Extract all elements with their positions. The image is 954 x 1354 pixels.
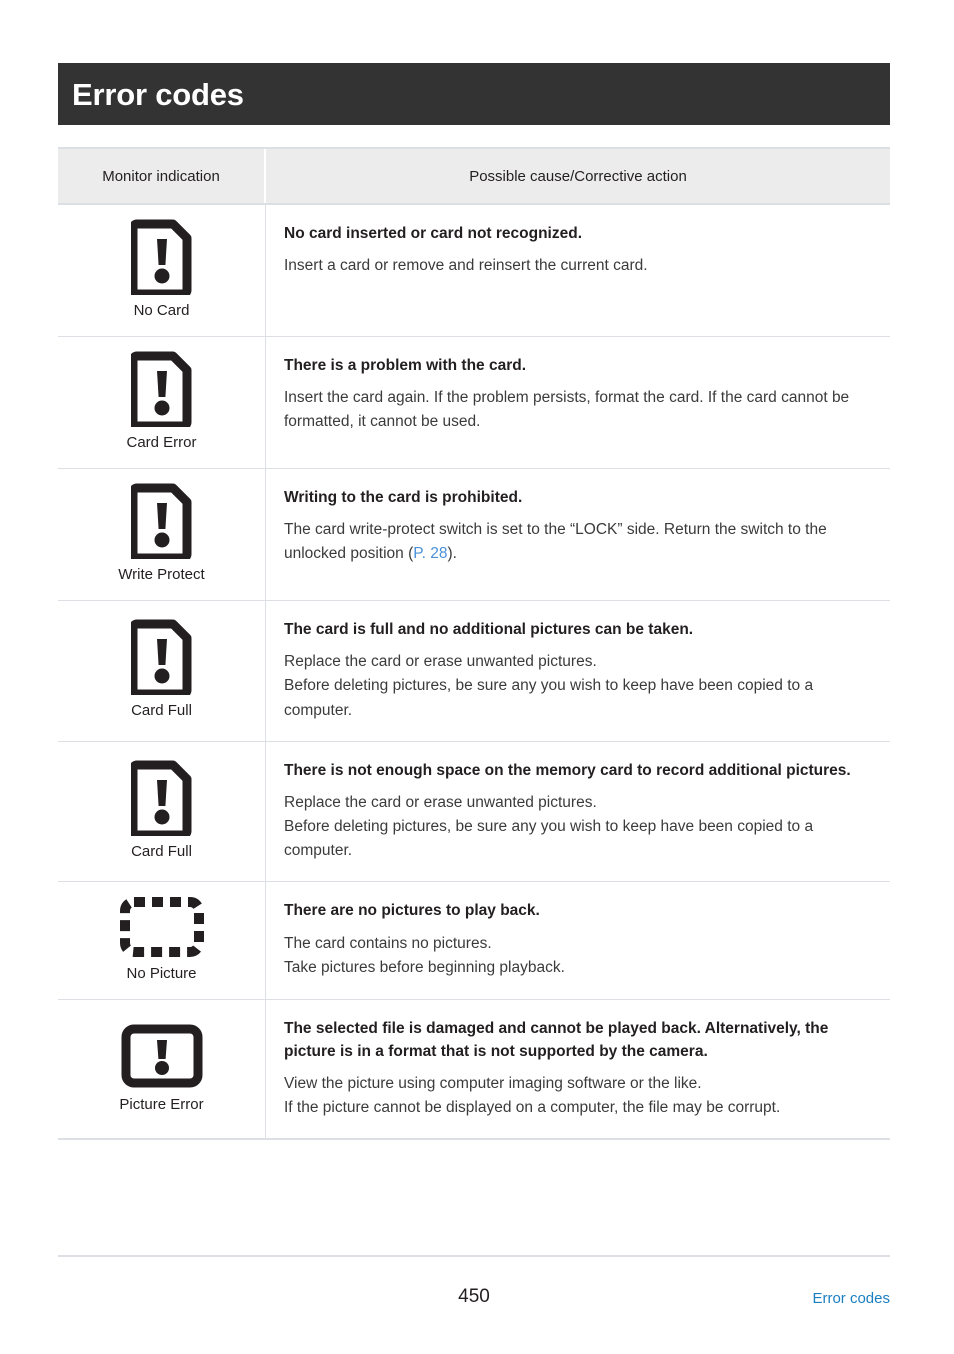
card-alert-icon bbox=[128, 760, 193, 840]
document-page: Error codes Monitor indication Possible … bbox=[0, 0, 954, 1354]
action-line: Replace the card or erase unwanted pictu… bbox=[284, 653, 597, 671]
action-text: Replace the card or erase unwanted pictu… bbox=[284, 791, 876, 863]
monitor-indication-cell: No Picture bbox=[58, 882, 266, 1000]
action-text: The card contains no pictures. Take pict… bbox=[284, 932, 876, 980]
action-line: Before deleting pictures, be sure any yo… bbox=[284, 818, 814, 860]
monitor-indication-cell: Card Full bbox=[58, 601, 266, 741]
action-line: Insert the card again. If the problem pe… bbox=[284, 389, 850, 431]
cause-text: There is not enough space on the memory … bbox=[284, 761, 851, 779]
action-line: If the picture cannot be displayed on a … bbox=[284, 1098, 781, 1116]
action-line: Before deleting pictures, be sure any yo… bbox=[284, 677, 814, 719]
monitor-indication-label: Card Full bbox=[131, 702, 192, 720]
action-text-prefix: The card write-protect switch is set to … bbox=[284, 521, 827, 563]
cause-text: There is a problem with the card. bbox=[284, 357, 527, 374]
cause-action-cell: The card is full and no additional pictu… bbox=[266, 601, 890, 741]
card-alert-icon bbox=[128, 351, 193, 431]
monitor-indication-cell: Picture Error bbox=[58, 1000, 266, 1138]
action-text: Insert a card or remove and reinsert the… bbox=[284, 254, 876, 278]
cause-action-cell: There is not enough space on the memory … bbox=[266, 742, 890, 882]
cause-action-cell: No card inserted or card not recognized.… bbox=[266, 205, 890, 336]
monitor-indication-label: Card Error bbox=[126, 434, 197, 451]
monitor-indication-label: No Picture bbox=[126, 965, 197, 983]
dashed-frame-icon bbox=[119, 896, 205, 958]
action-text: The card write-protect switch is set to … bbox=[284, 518, 876, 566]
card-alert-icon bbox=[128, 619, 193, 699]
table-row: Card Error There is a problem with the c… bbox=[58, 337, 890, 469]
cause-action-cell: The selected file is damaged and cannot … bbox=[266, 1000, 890, 1138]
table-row: No Card No card inserted or card not rec… bbox=[58, 205, 890, 337]
action-text-suffix: ). bbox=[447, 545, 457, 563]
cause-text: Writing to the card is prohibited. bbox=[284, 489, 523, 506]
monitor-indication-cell: Card Error bbox=[58, 337, 266, 468]
monitor-indication-cell: Write Protect bbox=[58, 469, 266, 600]
cause-action-cell: Writing to the card is prohibited. The c… bbox=[266, 469, 890, 600]
error-codes-table: Monitor indication Possible cause/Correc… bbox=[58, 147, 890, 1140]
card-alert-icon bbox=[128, 219, 193, 299]
action-line: View the picture using computer imaging … bbox=[284, 1074, 702, 1092]
cause-text: The card is full and no additional pictu… bbox=[284, 621, 694, 638]
card-alert-icon bbox=[128, 483, 193, 563]
action-text: Replace the card or erase unwanted pictu… bbox=[284, 650, 876, 722]
monitor-indication-label: Card Full bbox=[131, 842, 192, 860]
page-number: 450 bbox=[458, 1286, 490, 1307]
page-footer: 450 Error codes bbox=[58, 1286, 890, 1316]
cause-text: No card inserted or card not recognized. bbox=[284, 225, 583, 242]
action-text: View the picture using computer imaging … bbox=[284, 1072, 876, 1120]
table-row: Card Full There is not enough space on t… bbox=[58, 741, 890, 883]
action-line: Replace the card or erase unwanted pictu… bbox=[284, 793, 597, 811]
cause-action-cell: There are no pictures to play back. The … bbox=[266, 882, 890, 999]
cause-text: The selected file is damaged and cannot … bbox=[284, 1020, 829, 1060]
action-line: The card contains no pictures. bbox=[284, 934, 492, 952]
page-reference-link[interactable]: P. 28 bbox=[413, 545, 447, 562]
footer-divider bbox=[58, 1255, 890, 1257]
table-header-row: Monitor indication Possible cause/Correc… bbox=[58, 147, 890, 205]
action-line: Take pictures before beginning playback. bbox=[284, 958, 565, 976]
action-line: Insert a card or remove and reinsert the… bbox=[284, 257, 648, 275]
footer-section-link[interactable]: Error codes bbox=[812, 1290, 890, 1307]
table-row: No Picture There are no pictures to play… bbox=[58, 882, 890, 1001]
monitor-indication-label: Write Protect bbox=[118, 566, 205, 583]
page-title-bar: Error codes bbox=[58, 63, 890, 125]
column-header-monitor-indication: Monitor indication bbox=[58, 149, 266, 203]
column-header-possible-cause: Possible cause/Corrective action bbox=[469, 167, 687, 185]
monitor-indication-cell: Card Full bbox=[58, 741, 266, 882]
cause-text: There are no pictures to play back. bbox=[284, 902, 540, 920]
monitor-indication-label: Picture Error bbox=[119, 1095, 204, 1113]
monitor-indication-cell: No Card bbox=[58, 205, 266, 336]
cause-action-cell: There is a problem with the card. Insert… bbox=[266, 337, 890, 468]
table-row: Picture Error The selected file is damag… bbox=[58, 1000, 890, 1138]
table-row: Card Full The card is full and no additi… bbox=[58, 601, 890, 742]
page-title: Error codes bbox=[72, 76, 244, 112]
table-row: Write Protect Writing to the card is pro… bbox=[58, 469, 890, 601]
monitor-indication-label: No Card bbox=[133, 302, 190, 319]
picture-alert-icon bbox=[119, 1023, 205, 1089]
action-text: Insert the card again. If the problem pe… bbox=[284, 386, 876, 434]
